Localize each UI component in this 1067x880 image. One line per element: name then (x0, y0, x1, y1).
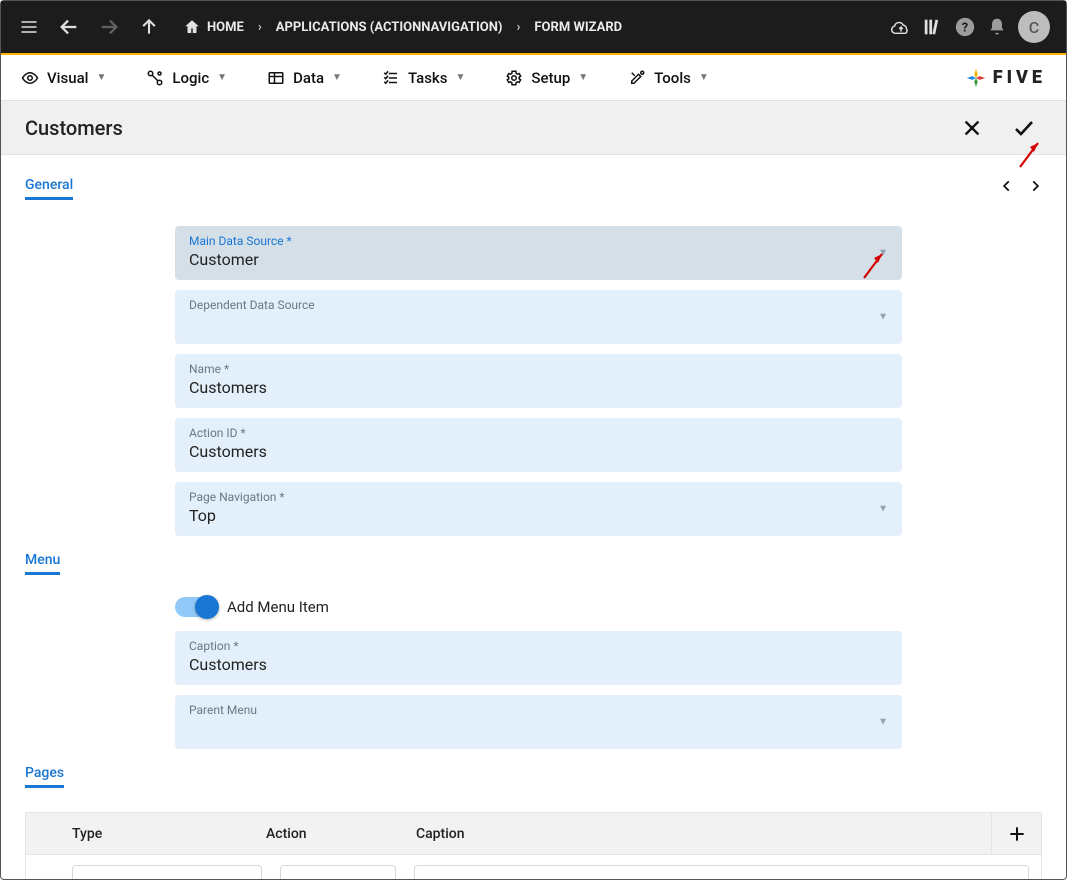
eye-icon (21, 69, 39, 87)
back-icon[interactable] (51, 9, 87, 45)
tool-setup[interactable]: Setup▼ (505, 69, 588, 87)
content-scroll[interactable]: General Main Data Source * Customer ▼ De… (1, 155, 1066, 879)
pages-row-type-select[interactable]: Form ▼ (72, 865, 262, 879)
prev-record-button[interactable] (1000, 179, 1014, 193)
field-main-data-source[interactable]: Main Data Source * Customer ▼ (175, 226, 902, 280)
gear-icon (505, 69, 523, 87)
brand-logo: FIVE (965, 67, 1046, 89)
pages-col-caption: Caption (406, 826, 991, 842)
toggle-add-menu-item[interactable] (175, 597, 217, 617)
pages-col-type: Type (26, 826, 256, 842)
field-name[interactable]: Name * Customers (175, 354, 902, 408)
next-record-button[interactable] (1028, 179, 1042, 193)
section-general: General (25, 177, 73, 200)
help-icon[interactable]: ? (954, 16, 976, 38)
field-caption[interactable]: Caption * Customers (175, 631, 902, 685)
tool-tools[interactable]: Tools▼ (628, 69, 709, 87)
library-icon[interactable] (922, 16, 944, 38)
chevron-right-icon: › (258, 20, 262, 35)
tool-tasks[interactable]: Tasks▼ (382, 69, 465, 87)
tool-visual[interactable]: Visual▼ (21, 69, 106, 87)
pages-row-action-select[interactable]: ▼ (280, 865, 396, 879)
avatar[interactable]: C (1018, 11, 1050, 43)
breadcrumb-applications[interactable]: APPLICATIONS (ACTIONNAVIGATION) (276, 20, 503, 35)
field-dependent-data-source[interactable]: Dependent Data Source ▼ (175, 290, 902, 344)
toggle-add-menu-item-label: Add Menu Item (227, 598, 329, 616)
page-title: Customers (25, 116, 123, 140)
field-parent-menu[interactable]: Parent Menu ▼ (175, 695, 902, 749)
tool-data[interactable]: Data▼ (267, 69, 342, 87)
field-page-navigation[interactable]: Page Navigation * Top ▼ (175, 482, 902, 536)
up-icon[interactable] (131, 9, 167, 45)
pages-row-caption-input[interactable]: General (414, 865, 1029, 879)
add-page-button[interactable] (991, 813, 1041, 854)
breadcrumb-home[interactable]: HOME (183, 18, 244, 36)
titlebar: HOME › APPLICATIONS (ACTIONNAVIGATION) ›… (1, 1, 1066, 53)
section-menu: Menu (25, 552, 60, 575)
data-icon (267, 69, 285, 87)
bell-icon[interactable] (986, 16, 1008, 38)
chevron-right-icon: › (516, 20, 520, 35)
tasks-icon (382, 69, 400, 87)
tools-icon (628, 69, 646, 87)
logo-icon (965, 67, 987, 89)
tool-logic[interactable]: Logic▼ (146, 69, 227, 87)
menu-icon[interactable] (11, 9, 47, 45)
field-action-id[interactable]: Action ID * Customers (175, 418, 902, 472)
svg-text:?: ? (962, 21, 968, 36)
close-button[interactable] (954, 110, 990, 146)
section-pages: Pages (25, 765, 64, 788)
page-header: Customers (1, 101, 1066, 155)
pages-col-action: Action (256, 826, 406, 842)
cloud-sync-icon[interactable] (890, 16, 912, 38)
home-icon (183, 18, 201, 36)
secondary-toolbar: Visual▼ Logic▼ Data▼ Tasks▼ Setup▼ Tools… (1, 55, 1066, 101)
logic-icon (146, 69, 164, 87)
save-button[interactable] (1006, 110, 1042, 146)
breadcrumb-formwizard[interactable]: FORM WIZARD (534, 20, 622, 35)
pages-table: Type Action Caption Form ▼ ▼ General (25, 812, 1042, 879)
clear-caption-icon[interactable] (1000, 877, 1016, 879)
pages-row: Form ▼ ▼ General (26, 855, 1041, 879)
forward-icon (91, 9, 127, 45)
breadcrumb: HOME › APPLICATIONS (ACTIONNAVIGATION) ›… (183, 18, 622, 36)
